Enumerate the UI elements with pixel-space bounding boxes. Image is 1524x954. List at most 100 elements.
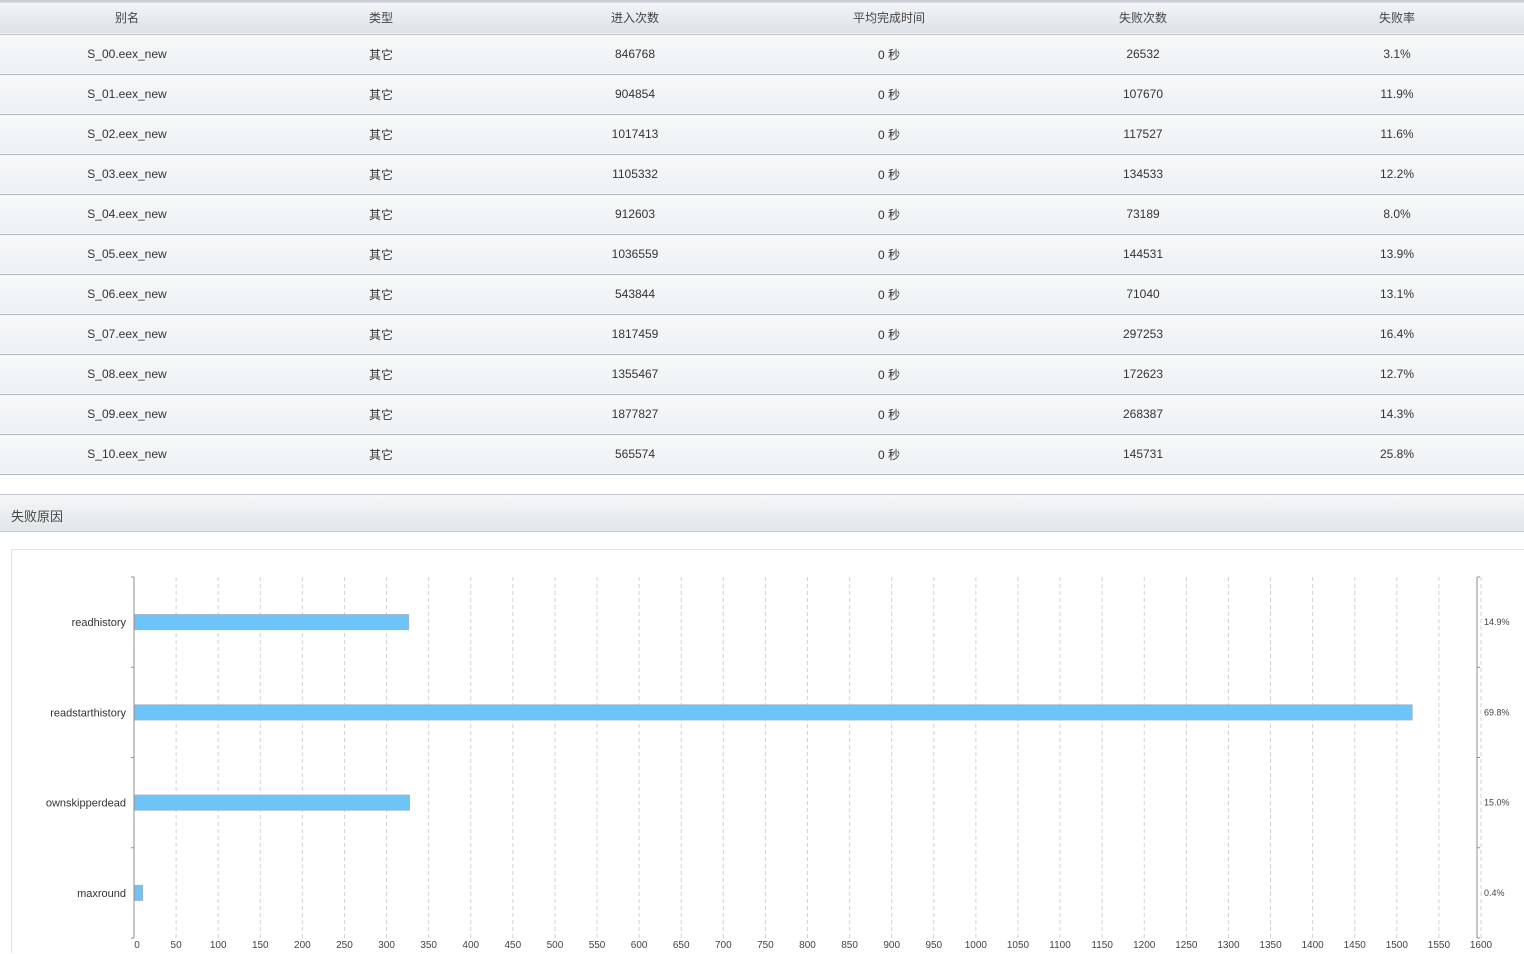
x-tick-label: 850 xyxy=(841,940,858,951)
x-tick-label: 100 xyxy=(210,940,227,951)
cell-failures: 73189 xyxy=(1126,207,1160,221)
failure-reasons-chart: 0 50 100 150 200 250 300 350 400 450 500 550 600 650 7… xyxy=(46,576,1510,951)
cell-entries: 1105332 xyxy=(612,167,658,181)
cell-alias: S_06.eex_new xyxy=(87,287,167,301)
table-row[interactable]: S_09.eex_new 其它 1877827 0 秒 268387 14.3% xyxy=(0,394,1524,434)
category-label: maxround xyxy=(77,888,126,900)
x-tick-label: 650 xyxy=(673,940,690,951)
x-tick-label: 1000 xyxy=(965,940,988,951)
failure-reasons-chart-panel: 0 50 100 150 200 250 300 350 400 450 500 550 600 650 7… xyxy=(11,549,1524,953)
cell-type: 其它 xyxy=(368,47,393,62)
cell-avg-time: 0 秒 xyxy=(877,247,900,262)
x-tick-label: 450 xyxy=(505,940,522,951)
cell-failures: 144531 xyxy=(1122,247,1164,261)
cell-type: 其它 xyxy=(368,447,393,462)
cell-type: 其它 xyxy=(368,367,393,382)
cell-avg-time: 0 秒 xyxy=(877,87,900,102)
x-tick-label: 300 xyxy=(378,940,395,951)
x-tick-label: 1050 xyxy=(1007,940,1030,951)
cell-entries: 565574 xyxy=(614,447,656,461)
x-tick-label: 1100 xyxy=(1049,940,1071,951)
cell-failures: 71040 xyxy=(1126,287,1160,301)
column-header-type[interactable]: 类型 xyxy=(254,1,508,34)
cell-entries: 846768 xyxy=(614,47,656,61)
stats-table: 别名 类型 进入次数 平均完成时间 失败次数 失败率 S_00.eex_new 其… xyxy=(0,0,1524,475)
table-row[interactable]: S_05.eex_new 其它 1036559 0 秒 144531 13.9% xyxy=(0,234,1524,274)
cell-failure-rate: 3.1% xyxy=(1383,47,1411,61)
x-tick-label: 1600 xyxy=(1470,940,1493,951)
category-label: readstarthistory xyxy=(50,707,126,719)
cell-failure-rate: 12.2% xyxy=(1379,167,1415,181)
x-tick-label: 600 xyxy=(631,940,648,951)
cell-failure-rate: 11.6% xyxy=(1380,127,1414,141)
cell-failures: 297253 xyxy=(1122,327,1164,341)
cell-type: 其它 xyxy=(368,87,393,102)
x-tick-label: 1400 xyxy=(1302,940,1325,951)
x-tick-label: 1150 xyxy=(1091,940,1113,951)
table-row[interactable]: S_01.eex_new 其它 904854 0 秒 107670 11.9% xyxy=(0,74,1524,114)
table-row[interactable]: S_03.eex_new 其它 1105332 0 秒 134533 12.2% xyxy=(0,154,1524,194)
cell-failure-rate: 13.1% xyxy=(1379,287,1415,301)
cell-alias: S_02.eex_new xyxy=(87,127,167,141)
cell-avg-time: 0 秒 xyxy=(877,207,900,222)
cell-alias: S_04.eex_new xyxy=(87,207,167,221)
cell-failure-rate: 14.3% xyxy=(1379,407,1415,421)
table-row[interactable]: S_10.eex_new 其它 565574 0 秒 145731 25.8% xyxy=(0,434,1524,474)
x-tick-label: 1350 xyxy=(1259,940,1282,951)
x-tick-label: 700 xyxy=(715,940,732,951)
stats-table-container: 别名 类型 进入次数 平均完成时间 失败次数 失败率 S_00.eex_new 其… xyxy=(0,0,1524,475)
cell-entries: 1877827 xyxy=(611,407,659,421)
cell-failure-rate: 12.7% xyxy=(1379,367,1415,381)
cell-failure-rate: 8.0% xyxy=(1383,207,1411,221)
x-tick-label: 250 xyxy=(336,940,353,951)
percent-label: 69.8% xyxy=(1484,707,1510,717)
x-tick-label: 350 xyxy=(420,940,437,951)
x-tick-label: 1550 xyxy=(1428,940,1451,951)
table-row[interactable]: S_02.eex_new 其它 1017413 0 秒 117527 11.6% xyxy=(0,114,1524,154)
category-label: ownskipperdead xyxy=(46,798,126,810)
cell-failure-rate: 13.9% xyxy=(1379,247,1415,261)
bar xyxy=(134,884,144,901)
cell-type: 其它 xyxy=(368,167,393,182)
x-tick-label: 750 xyxy=(757,940,774,951)
cell-failures: 134533 xyxy=(1122,167,1164,181)
cell-entries: 1017413 xyxy=(611,127,659,141)
column-header-alias[interactable]: 别名 xyxy=(0,1,254,34)
table-row[interactable]: S_07.eex_new 其它 1817459 0 秒 297253 16.4% xyxy=(0,314,1524,354)
x-tick-label: 1250 xyxy=(1175,940,1198,951)
cell-avg-time: 0 秒 xyxy=(877,47,900,62)
cell-failure-rate: 16.4% xyxy=(1379,327,1415,341)
x-tick-label: 1200 xyxy=(1133,940,1156,951)
cell-avg-time: 0 秒 xyxy=(877,407,900,422)
x-tick-label: 550 xyxy=(589,940,606,951)
cell-alias: S_10.eex_new xyxy=(87,447,167,461)
cell-avg-time: 0 秒 xyxy=(877,127,900,142)
cell-failures: 117527 xyxy=(1123,127,1163,141)
cell-type: 其它 xyxy=(368,287,393,302)
cell-failures: 107670 xyxy=(1122,87,1164,101)
cell-failures: 26532 xyxy=(1126,47,1160,61)
cell-alias: S_00.eex_new xyxy=(87,47,167,61)
bar xyxy=(134,704,1413,721)
bar xyxy=(134,614,410,631)
cell-entries: 904854 xyxy=(614,87,656,101)
x-tick-label: 1450 xyxy=(1344,940,1367,951)
column-header-avg-time[interactable]: 平均完成时间 xyxy=(762,1,1016,34)
table-row[interactable]: S_04.eex_new 其它 912603 0 秒 73189 8.0% xyxy=(0,194,1524,234)
x-tick-label: 900 xyxy=(883,940,900,951)
table-row[interactable]: S_06.eex_new 其它 543844 0 秒 71040 13.1% xyxy=(0,274,1524,314)
x-tick-label: 0 xyxy=(134,940,140,951)
column-header-entries[interactable]: 进入次数 xyxy=(508,1,762,34)
cell-avg-time: 0 秒 xyxy=(877,167,900,182)
cell-alias: S_01.eex_new xyxy=(87,87,167,101)
bar xyxy=(134,794,410,811)
cell-failures: 172623 xyxy=(1122,367,1164,381)
table-row[interactable]: S_00.eex_new 其它 846768 0 秒 26532 3.1% xyxy=(0,34,1524,74)
column-header-failure-rate[interactable]: 失败率 xyxy=(1270,1,1524,34)
cell-alias: S_05.eex_new xyxy=(87,247,167,261)
cell-entries: 1817459 xyxy=(611,327,659,341)
cell-type: 其它 xyxy=(368,127,393,142)
column-header-failures[interactable]: 失败次数 xyxy=(1016,1,1270,34)
table-row[interactable]: S_08.eex_new 其它 1355467 0 秒 172623 12.7% xyxy=(0,354,1524,394)
cell-alias: S_03.eex_new xyxy=(87,167,167,181)
